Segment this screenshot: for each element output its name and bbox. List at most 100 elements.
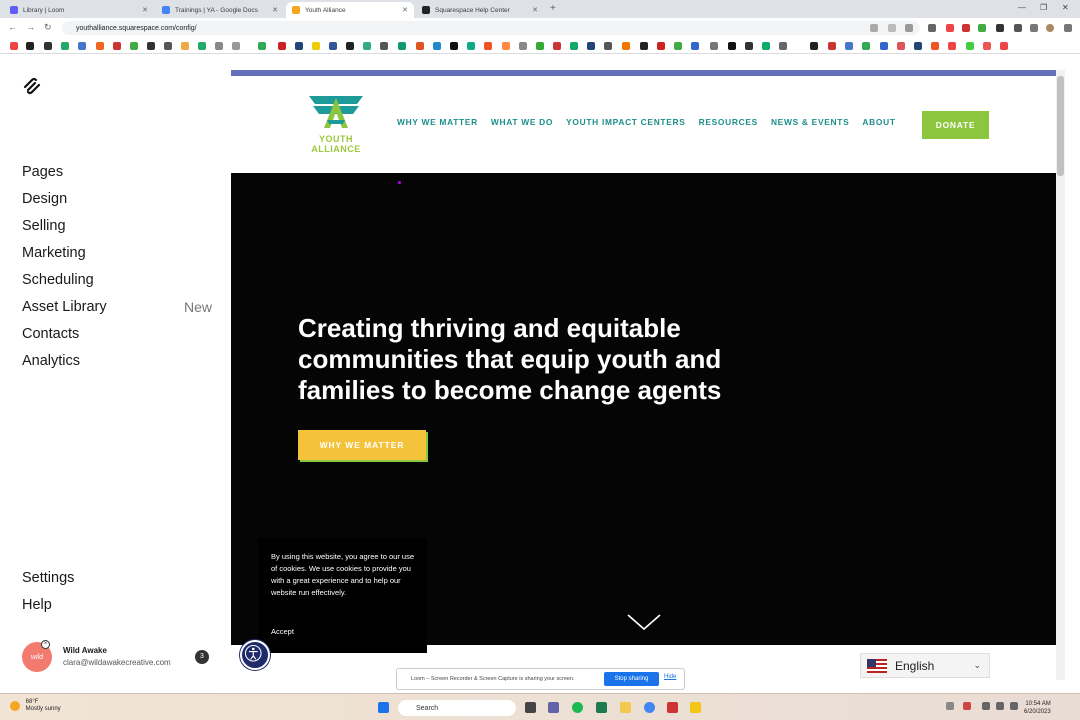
bookmark-icon[interactable]: [897, 42, 905, 50]
page-scrollbar[interactable]: [1056, 70, 1065, 680]
taskbar-search[interactable]: Search: [398, 700, 516, 716]
tab-close-icon[interactable]: ✕: [532, 6, 538, 14]
nav-item-help[interactable]: Help: [22, 596, 74, 623]
bookmark-icon[interactable]: [44, 42, 52, 50]
tab-library-loom[interactable]: Library | Loom ✕: [4, 2, 154, 18]
scrollbar-thumb[interactable]: [1057, 76, 1064, 176]
bookmark-icon[interactable]: [862, 42, 870, 50]
bookmark-icon[interactable]: [931, 42, 939, 50]
extension-icon[interactable]: [928, 24, 936, 32]
tab-trainings-docs[interactable]: Trainings | YA - Google Docs ✕: [156, 2, 284, 18]
bookmark-icon[interactable]: [536, 42, 544, 50]
extension-icon[interactable]: [946, 24, 954, 32]
nav-item-design[interactable]: Design: [22, 190, 212, 217]
extension-icon[interactable]: [996, 24, 1004, 32]
bookmark-icon[interactable]: [828, 42, 836, 50]
bookmark-icon[interactable]: [61, 42, 69, 50]
bookmark-icon[interactable]: [363, 42, 371, 50]
bookmark-icon[interactable]: [147, 42, 155, 50]
bookmark-icon[interactable]: [164, 42, 172, 50]
bookmark-icon[interactable]: [710, 42, 718, 50]
bookmark-icon[interactable]: [113, 42, 121, 50]
bookmark-icon[interactable]: [26, 42, 34, 50]
tab-close-icon[interactable]: ✕: [402, 6, 408, 14]
stop-sharing-button[interactable]: Stop sharing: [604, 672, 659, 686]
cookie-accept-button[interactable]: Accept: [271, 627, 294, 636]
hide-link[interactable]: Hide: [664, 674, 676, 680]
scroll-down-chevron-icon[interactable]: [627, 613, 661, 631]
reload-icon[interactable]: ↻: [44, 22, 52, 33]
bookmark-icon[interactable]: [467, 42, 475, 50]
bookmark-icon[interactable]: [278, 42, 286, 50]
bookmark-icon[interactable]: [845, 42, 853, 50]
back-icon[interactable]: ←: [8, 22, 17, 32]
account-menu[interactable]: wild × Wild Awake clara@wildawakecreativ…: [22, 640, 212, 674]
bookmark-icon[interactable]: [450, 42, 458, 50]
bookmark-icon[interactable]: [966, 42, 974, 50]
bookmark-icon[interactable]: [78, 42, 86, 50]
site-nav-youth-impact-centers[interactable]: YOUTH IMPACT CENTERS: [566, 117, 685, 127]
extensions-puzzle-icon[interactable]: [1014, 24, 1022, 32]
file-explorer-icon[interactable]: [620, 702, 631, 713]
bookmark-icon[interactable]: [416, 42, 424, 50]
nav-item-scheduling[interactable]: Scheduling: [22, 271, 212, 298]
bookmark-icon[interactable]: [691, 42, 699, 50]
bookmark-icon[interactable]: [198, 42, 206, 50]
bookmark-icon[interactable]: [622, 42, 630, 50]
profile-avatar-icon[interactable]: [1046, 24, 1054, 32]
bookmark-icon[interactable]: [1000, 42, 1008, 50]
bookmark-icon[interactable]: [295, 42, 303, 50]
bookmark-icon[interactable]: [519, 42, 527, 50]
bookmark-icon[interactable]: [232, 42, 240, 50]
weather-widget[interactable]: 68°F Mostly sunny: [10, 699, 61, 713]
nav-item-contacts[interactable]: Contacts: [22, 325, 212, 352]
nav-item-pages[interactable]: Pages: [22, 163, 212, 190]
bookmark-icon[interactable]: [312, 42, 320, 50]
bookmark-icon[interactable]: [640, 42, 648, 50]
bookmark-icon[interactable]: [96, 42, 104, 50]
taskbar-clock[interactable]: 10:54 AM 6/20/2023: [1024, 700, 1051, 716]
tab-close-icon[interactable]: ✕: [142, 6, 148, 14]
nav-item-settings[interactable]: Settings: [22, 569, 74, 596]
minimize-icon[interactable]: —: [1018, 3, 1026, 12]
bookmark-icon[interactable]: [983, 42, 991, 50]
bookmark-icon[interactable]: [674, 42, 682, 50]
site-nav-news-events[interactable]: NEWS & EVENTS: [771, 117, 849, 127]
bookmark-icon[interactable]: [762, 42, 770, 50]
bookmark-icon[interactable]: [553, 42, 561, 50]
extension-icon[interactable]: [962, 24, 970, 32]
restore-icon[interactable]: ❐: [1040, 3, 1047, 12]
site-nav-why-we-matter[interactable]: WHY WE MATTER: [397, 117, 478, 127]
sidebar-icon[interactable]: [1030, 24, 1038, 32]
teams-icon[interactable]: [548, 702, 559, 713]
bookmark-icon[interactable]: [433, 42, 441, 50]
wifi-icon[interactable]: [982, 702, 990, 710]
bookmark-icon[interactable]: [880, 42, 888, 50]
bookmark-icon[interactable]: [810, 42, 818, 50]
app-icon[interactable]: [667, 702, 678, 713]
bookmark-icon[interactable]: [346, 42, 354, 50]
bookmark-icon[interactable]: [398, 42, 406, 50]
task-view-icon[interactable]: [525, 702, 536, 713]
bookmark-icon[interactable]: [329, 42, 337, 50]
bookmark-icon[interactable]: [914, 42, 922, 50]
why-we-matter-button[interactable]: WHY WE MATTER: [298, 430, 426, 460]
donate-button[interactable]: DONATE: [922, 111, 989, 139]
bookmark-icon[interactable]: [380, 42, 388, 50]
bookmark-icon[interactable]: [181, 42, 189, 50]
tab-squarespace-help[interactable]: Squarespace Help Center ✕: [416, 2, 544, 18]
system-tray-icon[interactable]: [946, 702, 954, 710]
bookmark-star-icon[interactable]: [905, 24, 913, 32]
bookmark-icon[interactable]: [215, 42, 223, 50]
address-bar[interactable]: youthalliance.squarespace.com/config/: [62, 21, 920, 35]
windows-start-icon[interactable]: [378, 702, 389, 713]
site-nav-resources[interactable]: RESOURCES: [699, 117, 758, 127]
tab-close-icon[interactable]: ✕: [272, 6, 278, 14]
bookmark-icon[interactable]: [130, 42, 138, 50]
bookmark-icon[interactable]: [745, 42, 753, 50]
bookmark-icon[interactable]: [484, 42, 492, 50]
avatar-close-icon[interactable]: ×: [41, 640, 50, 649]
forward-icon[interactable]: →: [26, 22, 35, 32]
accessibility-button[interactable]: [240, 640, 270, 670]
tab-youth-alliance[interactable]: Youth Alliance ✕: [286, 2, 414, 18]
